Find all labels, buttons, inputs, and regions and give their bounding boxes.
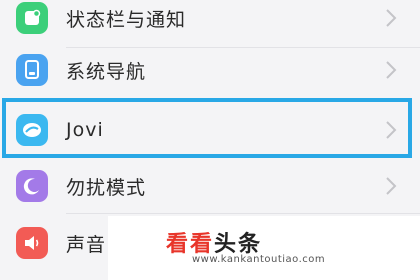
watermark-url: www.kankantoutiao.com [192, 254, 326, 265]
chevron-right-icon [386, 9, 397, 27]
settings-item-jovi[interactable]: Jovi [0, 102, 420, 158]
settings-item-label: Jovi [66, 119, 104, 141]
jovi-assistant-icon [16, 114, 48, 146]
settings-item-label: 勿扰模式 [66, 176, 147, 199]
speaker-icon [16, 227, 48, 259]
chevron-right-icon [386, 121, 397, 139]
chevron-right-icon [386, 61, 397, 79]
notification-panel-icon [16, 2, 48, 34]
phone-navigation-icon [16, 54, 48, 86]
settings-item-status-bar-notifications[interactable]: 状态栏与通知 [0, 0, 420, 46]
chevron-right-icon [386, 177, 397, 195]
settings-item-label: 状态栏与通知 [66, 8, 187, 31]
settings-item-system-navigation[interactable]: 系统导航 [0, 42, 420, 98]
settings-item-label: 系统导航 [66, 60, 147, 83]
settings-item-label: 声音 [66, 233, 107, 256]
moon-icon [16, 170, 48, 202]
watermark: 看看头条 www.kankantoutiao.com [108, 216, 420, 280]
settings-item-do-not-disturb[interactable]: 勿扰模式 [0, 158, 420, 214]
divider [66, 213, 420, 214]
settings-screen: 状态栏与通知 系统导航 Jovi 勿扰模式 声音 看看头条 www.kankan… [0, 0, 420, 280]
